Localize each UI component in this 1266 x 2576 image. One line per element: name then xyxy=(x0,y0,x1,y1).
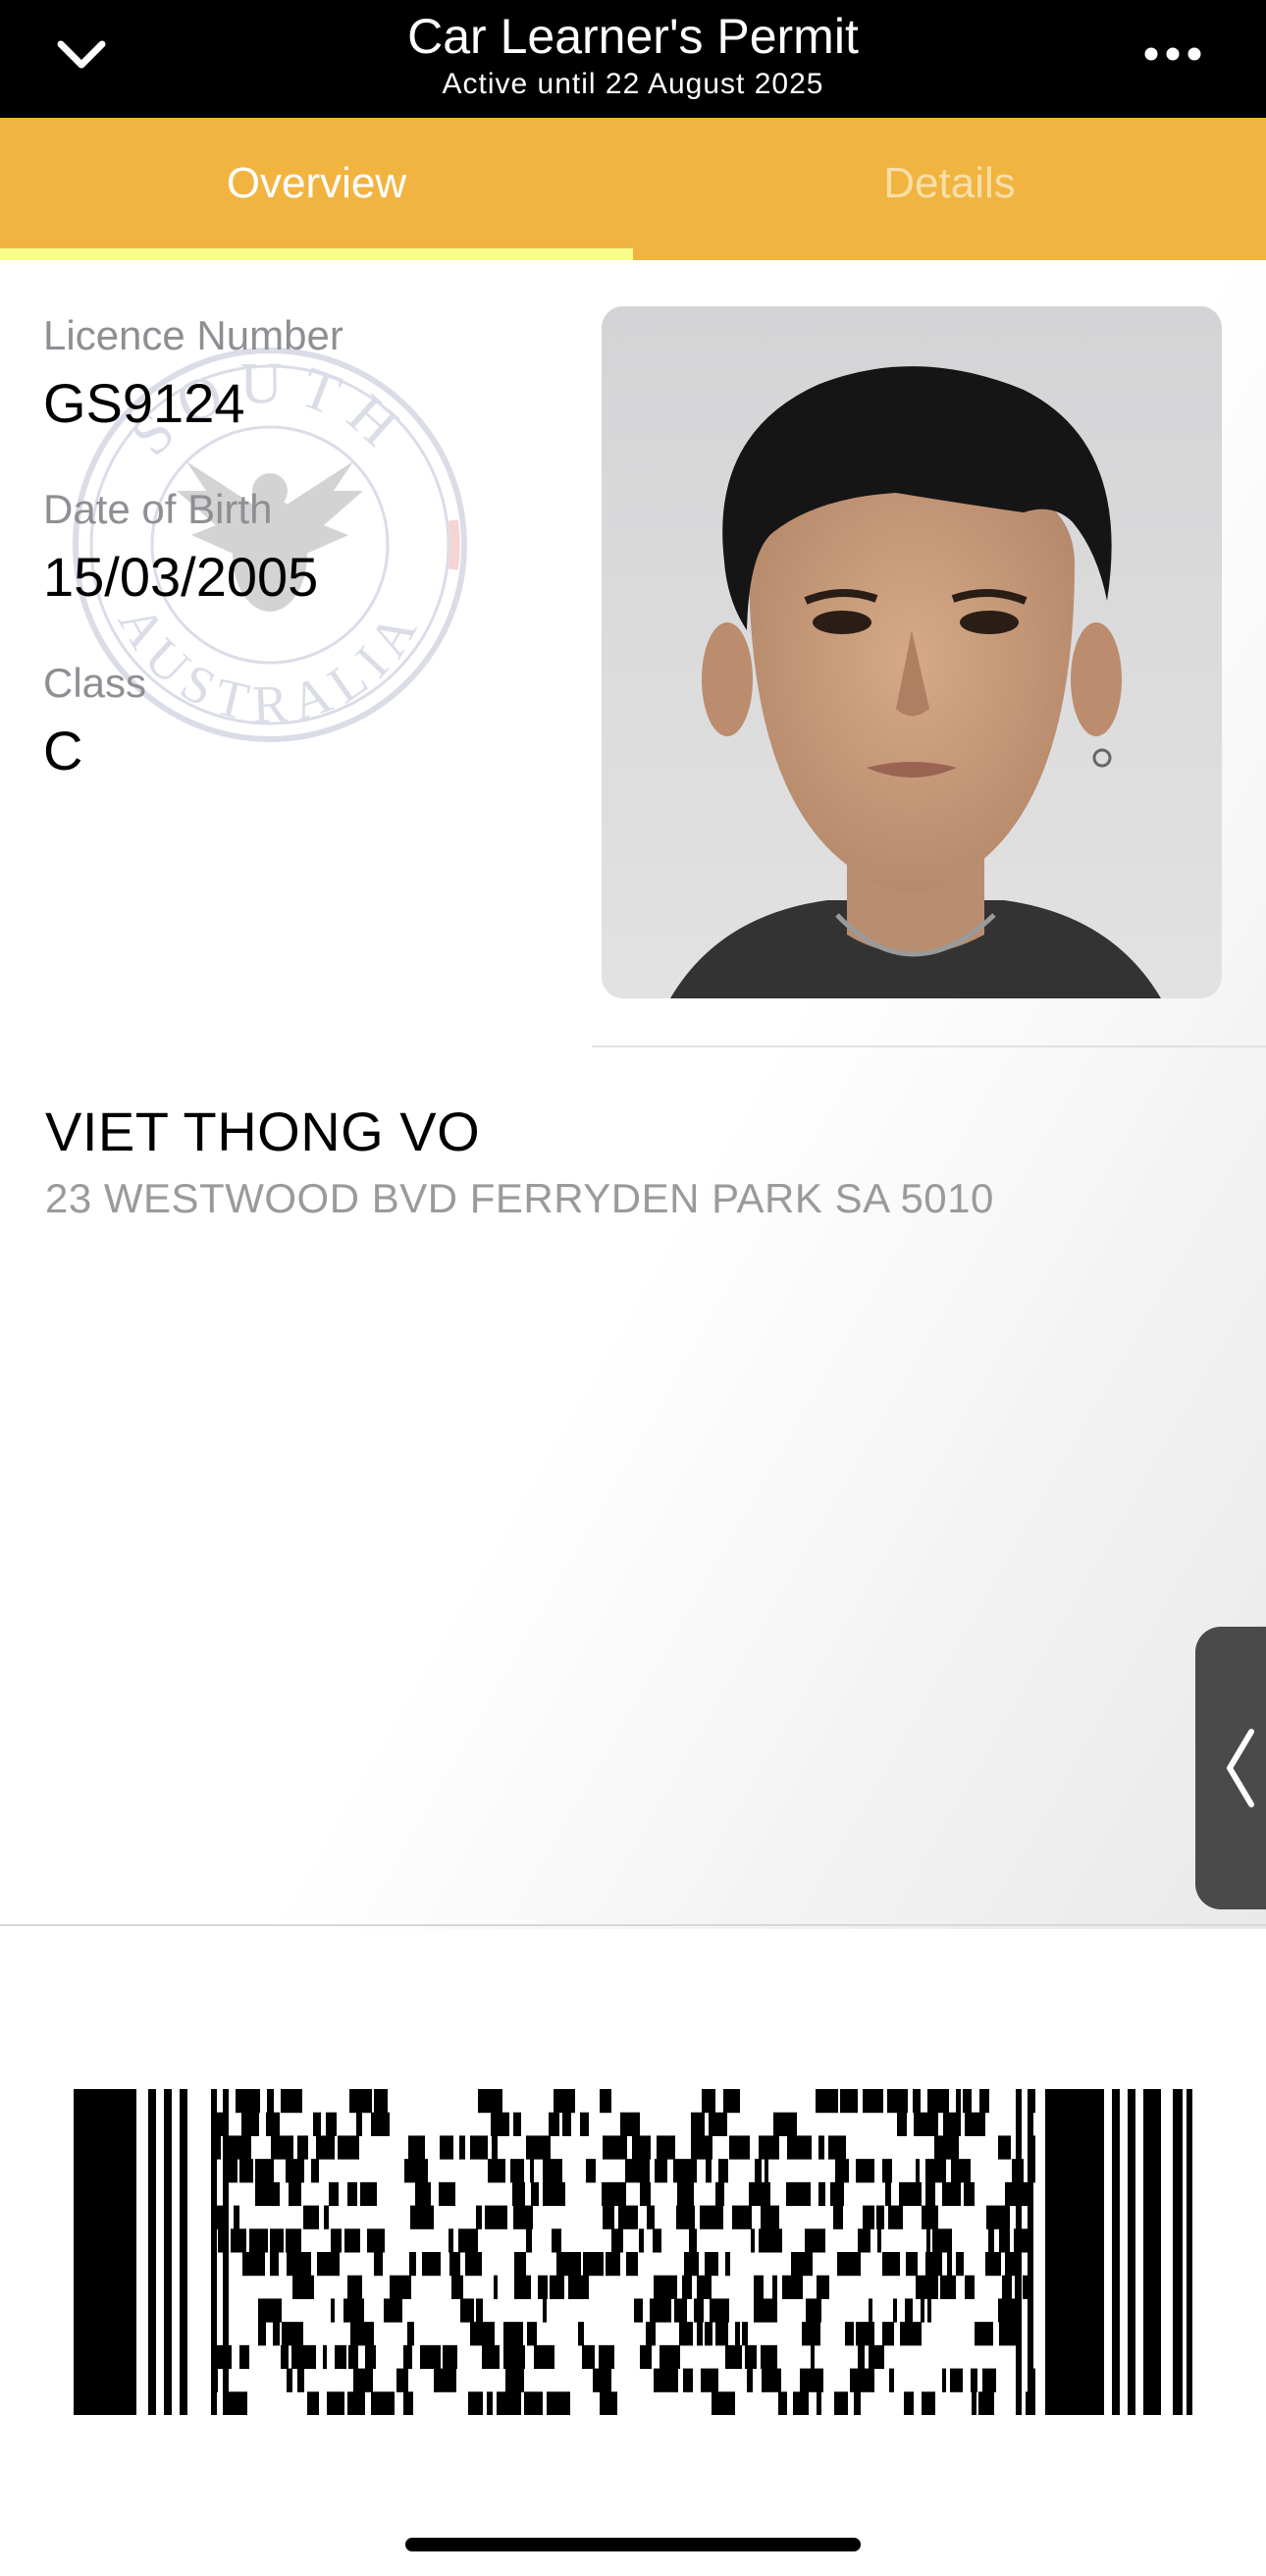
svg-text:AUSTRALIA: AUSTRALIA xyxy=(107,596,433,734)
section-divider xyxy=(592,1046,1266,1047)
seal-text-bottom: AUSTRALIA xyxy=(107,596,423,734)
page-title: Car Learner's Permit xyxy=(407,9,859,64)
tab-overview[interactable]: Overview xyxy=(0,118,633,260)
portrait-image xyxy=(602,306,1222,998)
active-tab-indicator xyxy=(0,248,633,260)
licence-number-value: GS9124 xyxy=(43,372,245,434)
class-label: Class xyxy=(43,660,147,706)
pdf417-barcode xyxy=(74,2089,1192,2415)
home-indicator[interactable] xyxy=(405,2538,861,2551)
holder-address: 23 WESTWOOD BVD FERRYDEN PARK SA 5010 xyxy=(45,1175,994,1221)
class-value: C xyxy=(43,720,83,781)
holder-name: VIET THONG VO xyxy=(45,1100,481,1162)
top-bar: Car Learner's Permit Active until 22 Aug… xyxy=(0,0,1266,118)
chevron-left-icon xyxy=(1227,1729,1254,1807)
licence-number-label: Licence Number xyxy=(43,312,343,358)
more-options-button[interactable] xyxy=(1129,27,1217,80)
tab-overview-label: Overview xyxy=(226,158,407,207)
dob-value: 15/03/2005 xyxy=(43,546,319,608)
tab-details-label: Details xyxy=(883,158,1016,207)
ellipsis-icon xyxy=(1144,47,1201,61)
barcode-divider xyxy=(0,1924,1266,1926)
dob-label: Date of Birth xyxy=(43,486,273,532)
title-block: Car Learner's Permit Active until 22 Aug… xyxy=(0,6,1266,102)
tab-bar: Overview Details xyxy=(0,118,1266,260)
page-subtitle: Active until 22 August 2025 xyxy=(442,68,824,100)
tab-details[interactable]: Details xyxy=(633,118,1266,260)
licence-card: SOUTH AUSTRALIA Licence Number GS9124 Da… xyxy=(0,260,1266,1929)
side-panel-handle[interactable] xyxy=(1195,1627,1266,1909)
holder-photo xyxy=(602,306,1222,998)
